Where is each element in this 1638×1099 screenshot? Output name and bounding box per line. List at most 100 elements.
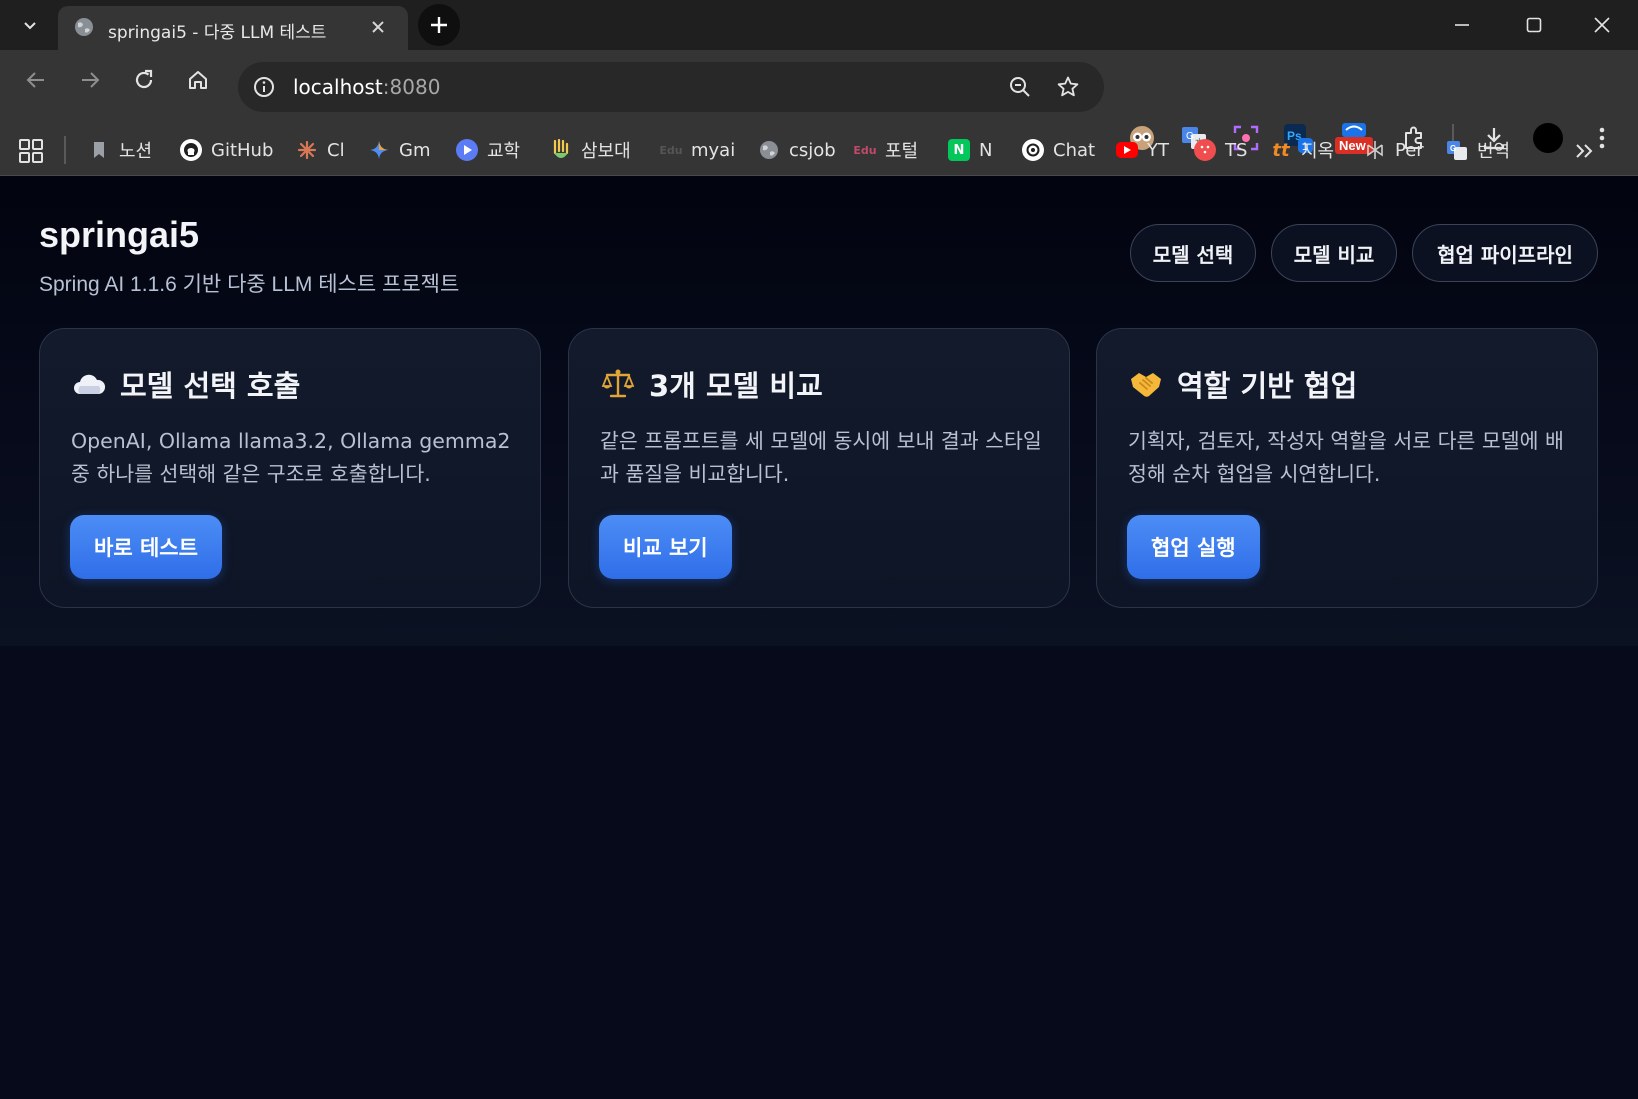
hero-section: springai5 Spring AI 1.1.6 기반 다중 LLM 테스트 …: [0, 176, 1638, 646]
bookmark-label: 삼보대: [581, 141, 631, 162]
new-tab-button[interactable]: [418, 4, 460, 46]
bookmark-item[interactable]: 교학: [456, 134, 520, 166]
bookmark-item[interactable]: TS: [1194, 134, 1247, 166]
card-description: OpenAI, Ollama llama3.2, Ollama gemma2 중…: [71, 429, 511, 486]
bookmark-item[interactable]: YT: [1116, 134, 1169, 166]
handshake-icon: [1129, 367, 1163, 401]
run-collab-button[interactable]: 협업 실행: [1127, 515, 1260, 579]
active-tab[interactable]: springai5 - 다중 LLM 테스트: [58, 6, 408, 50]
tab-strip: springai5 - 다중 LLM 테스트: [0, 0, 1638, 50]
page-subtitle: Spring AI 1.1.6 기반 다중 LLM 테스트 프로젝트: [39, 273, 460, 296]
card-description: 기획자, 검토자, 작성자 역할을 서로 다른 모델에 배정해 순차 협업을 시…: [1128, 429, 1564, 486]
svg-text:G: G: [1450, 144, 1456, 153]
zoom-icon[interactable]: [1008, 75, 1032, 99]
bookmark-label: myai: [691, 139, 736, 161]
bookmark-item[interactable]: N N: [948, 134, 992, 166]
reload-icon: [135, 69, 153, 89]
bookmark-label: TS: [1225, 139, 1248, 161]
bookmark-star-icon[interactable]: [1056, 75, 1080, 99]
url-host: localhost: [293, 75, 383, 99]
close-window-button[interactable]: [1582, 10, 1622, 40]
play-circle-icon: [456, 139, 478, 161]
scales-icon: [601, 367, 635, 401]
naver-icon: N: [948, 139, 970, 161]
bookmark-item[interactable]: tt 지옥: [1270, 134, 1334, 166]
quick-test-button[interactable]: 바로 테스트: [70, 515, 222, 579]
bookmark-item[interactable]: csjob: [758, 134, 836, 166]
bookmark-item[interactable]: GitHub: [180, 134, 273, 166]
bookmark-item[interactable]: G 번역: [1446, 134, 1510, 166]
tab-title: springai5 - 다중 LLM 테스트: [108, 23, 327, 43]
globe-icon: [75, 18, 93, 36]
bookmark-label: Cl: [327, 139, 345, 161]
reload-button[interactable]: [126, 62, 162, 98]
bookmark-label: 포털: [885, 141, 919, 162]
arrow-left-icon: [26, 72, 44, 88]
bookmark-item[interactable]: 삼보대: [550, 134, 631, 166]
claude-icon: [296, 139, 318, 161]
feature-card-model-compare: 3개 모델 비교 같은 프롬프트를 세 모델에 동시에 보내 결과 스타일과 품…: [568, 328, 1070, 608]
nav-model-select[interactable]: 모델 선택: [1130, 224, 1256, 282]
youtube-icon: [1116, 142, 1138, 158]
cloud-icon: [72, 367, 106, 401]
card-title: 모델 선택 호출: [120, 369, 301, 403]
close-icon: [1594, 17, 1610, 33]
feature-card-model-select: 모델 선택 호출 OpenAI, Ollama llama3.2, Ollama…: [39, 328, 541, 608]
forward-button[interactable]: [72, 62, 108, 98]
close-tab-icon[interactable]: [368, 17, 388, 37]
nav-model-compare[interactable]: 모델 비교: [1271, 224, 1397, 282]
feature-card-role-collab: 역할 기반 협업 기획자, 검토자, 작성자 역할을 서로 다른 모델에 배정해…: [1096, 328, 1598, 608]
bookmark-label: N: [979, 139, 993, 161]
card-header: 모델 선택 호출: [72, 363, 300, 405]
chevron-double-right-icon[interactable]: [1572, 138, 1598, 164]
minimize-button[interactable]: [1442, 10, 1482, 40]
bookmark-label: 지옥: [1301, 141, 1335, 162]
bookmark-item[interactable]: 노션: [88, 134, 152, 166]
tab-search-chevron-icon[interactable]: [14, 12, 46, 38]
bookmark-label: 번역: [1477, 141, 1511, 162]
plus-icon: [431, 17, 447, 33]
bookmark-label: Gm: [399, 139, 431, 161]
card-header: 3개 모델 비교: [601, 363, 823, 405]
url-port: :8080: [382, 75, 441, 99]
bookmarks-divider: [64, 136, 66, 164]
github-icon: [180, 139, 202, 161]
home-button[interactable]: [180, 62, 216, 98]
nav-collab-pipeline[interactable]: 협업 파이프라인: [1412, 224, 1598, 282]
edu-portal-icon: Edu: [853, 143, 877, 157]
view-compare-button[interactable]: 비교 보기: [599, 515, 732, 579]
hand-icon: [550, 139, 572, 161]
card-header: 역할 기반 협업: [1129, 363, 1357, 405]
translate-icon: G: [1446, 139, 1468, 161]
url-text[interactable]: localhost:8080: [293, 75, 440, 99]
card-title: 역할 기반 협업: [1177, 369, 1358, 403]
page-title: springai5: [39, 214, 200, 255]
bookmark-icon: [88, 139, 110, 161]
site-info-icon[interactable]: [252, 75, 276, 99]
bookmark-item[interactable]: Cl: [296, 134, 345, 166]
bookmark-item[interactable]: Gm: [368, 134, 430, 166]
bookmark-label: Chat: [1053, 139, 1096, 161]
bookmark-item[interactable]: Edu 포털: [853, 134, 919, 166]
bookmark-item[interactable]: Chat: [1022, 134, 1095, 166]
chatgpt-icon: [1022, 139, 1044, 161]
address-bar[interactable]: localhost:8080: [238, 62, 1104, 112]
globe-icon: [758, 139, 780, 161]
maximize-button[interactable]: [1514, 10, 1554, 40]
bookmark-label: 교학: [487, 141, 521, 162]
maximize-icon: [1526, 17, 1542, 33]
bookmark-label: 노션: [119, 141, 153, 162]
tt-icon: tt: [1272, 139, 1290, 161]
bookmarks-bar: 노션 GitHub Cl Gm 교학 삼보대 Edu myai csjob Ed…: [0, 124, 1638, 176]
gemini-icon: [368, 139, 390, 161]
perplexity-icon: [1364, 139, 1386, 161]
card-description: 같은 프롬프트를 세 모델에 동시에 보내 결과 스타일과 품질을 비교합니다.: [600, 429, 1042, 486]
bookmark-item[interactable]: Per: [1364, 134, 1424, 166]
page-content: springai5 Spring AI 1.1.6 기반 다중 LLM 테스트 …: [0, 176, 1638, 1099]
bookmark-item[interactable]: Edu myai: [659, 134, 736, 166]
apps-grid-icon[interactable]: [18, 138, 44, 164]
back-button[interactable]: [18, 62, 54, 98]
bookmark-label: csjob: [789, 139, 836, 161]
minimize-icon: [1455, 24, 1469, 26]
edu-icon: Edu: [659, 143, 683, 157]
